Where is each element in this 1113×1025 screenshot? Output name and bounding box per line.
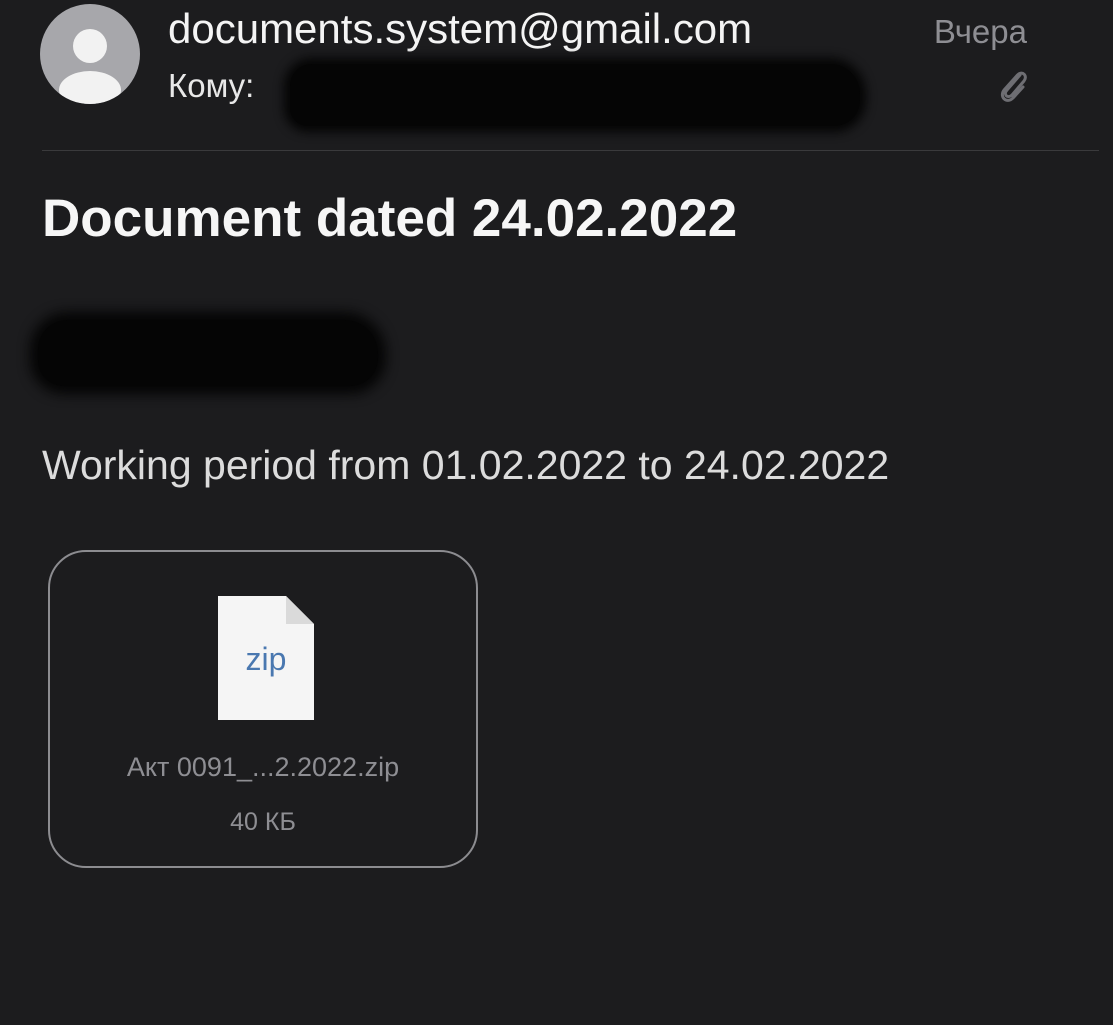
recipient-label: Кому: — [168, 67, 255, 104]
redacted-greeting — [38, 320, 378, 386]
received-date: Вчера — [933, 13, 1027, 50]
email-subject: Document dated 24.02.2022 — [42, 189, 738, 248]
header-divider — [42, 150, 1099, 151]
redacted-recipient — [290, 64, 860, 126]
paperclip-icon — [996, 66, 1030, 104]
sender-avatar[interactable] — [40, 4, 140, 104]
attachment-file-size: 40 КБ — [230, 808, 296, 836]
sender-address[interactable]: documents.system@gmail.com — [168, 2, 752, 56]
zip-icon-label: zip — [245, 641, 287, 677]
zip-file-icon: zip — [218, 596, 314, 720]
email-body-text: Working period from 01.02.2022 to 24.02.… — [42, 442, 890, 488]
attachment-card[interactable]: zip Акт 0091_...2.2022.zip 40 КБ — [48, 550, 478, 868]
attachment-file-name: Акт 0091_...2.2022.zip — [126, 752, 400, 782]
person-placeholder-icon — [59, 29, 121, 104]
